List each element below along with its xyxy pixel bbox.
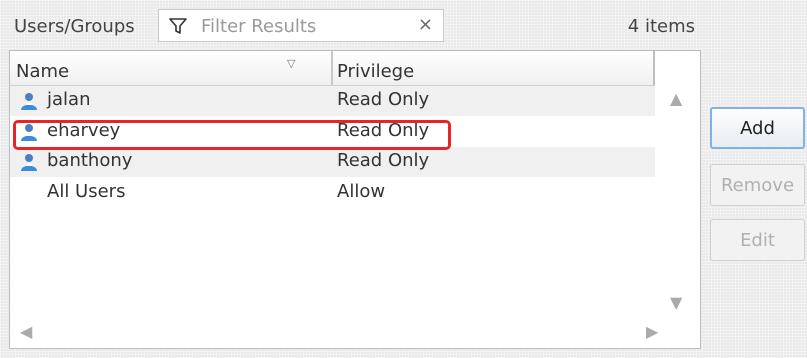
table-row[interactable]: jalan Read Only: [10, 86, 655, 116]
user-name: jalan: [47, 89, 91, 110]
scroll-left-icon[interactable]: ◀: [20, 322, 32, 341]
table-row[interactable]: All Users Allow: [10, 178, 655, 208]
user-icon: [21, 93, 37, 110]
user-privilege: Read Only: [337, 150, 430, 171]
clear-filter-icon[interactable]: ×: [418, 14, 433, 35]
filter-icon: [169, 18, 187, 34]
user-name: banthony: [47, 150, 133, 171]
filter-input[interactable]: Filter Results ×: [158, 9, 444, 42]
sort-indicator-icon: ▽: [287, 57, 296, 70]
users-list[interactable]: Name ▽ Privilege jalan Read Only eharvey…: [9, 50, 701, 349]
user-privilege: Read Only: [337, 89, 430, 110]
toolbar: Users/Groups Filter Results × 4 items: [0, 0, 705, 50]
user-name: eharvey: [47, 120, 121, 141]
group-name: All Users: [47, 181, 126, 202]
add-button[interactable]: Add: [710, 107, 805, 149]
item-count: 4 items: [627, 16, 695, 37]
user-privilege: Read Only: [337, 120, 430, 141]
panel-title: Users/Groups: [14, 16, 135, 37]
remove-button[interactable]: Remove: [710, 164, 805, 206]
table-header: Name ▽ Privilege: [10, 51, 655, 86]
filter-placeholder: Filter Results: [201, 16, 317, 37]
column-divider-end[interactable]: [653, 51, 655, 85]
column-divider[interactable]: [331, 51, 333, 85]
horizontal-scrollbar[interactable]: ◀ ▶: [10, 318, 700, 348]
scroll-down-icon[interactable]: ▼: [670, 293, 682, 312]
table-row[interactable]: banthony Read Only: [10, 147, 655, 177]
user-icon: [21, 124, 37, 141]
table-row-selected[interactable]: eharvey Read Only: [10, 117, 655, 147]
column-header-name[interactable]: Name: [16, 61, 69, 82]
edit-button[interactable]: Edit: [710, 219, 805, 261]
vertical-scrollbar[interactable]: ▲ ▼: [654, 85, 700, 315]
scroll-right-icon[interactable]: ▶: [646, 322, 658, 341]
user-icon: [21, 154, 37, 171]
group-privilege: Allow: [337, 181, 386, 202]
column-header-privilege[interactable]: Privilege: [337, 61, 414, 82]
scroll-up-icon[interactable]: ▲: [670, 89, 682, 108]
